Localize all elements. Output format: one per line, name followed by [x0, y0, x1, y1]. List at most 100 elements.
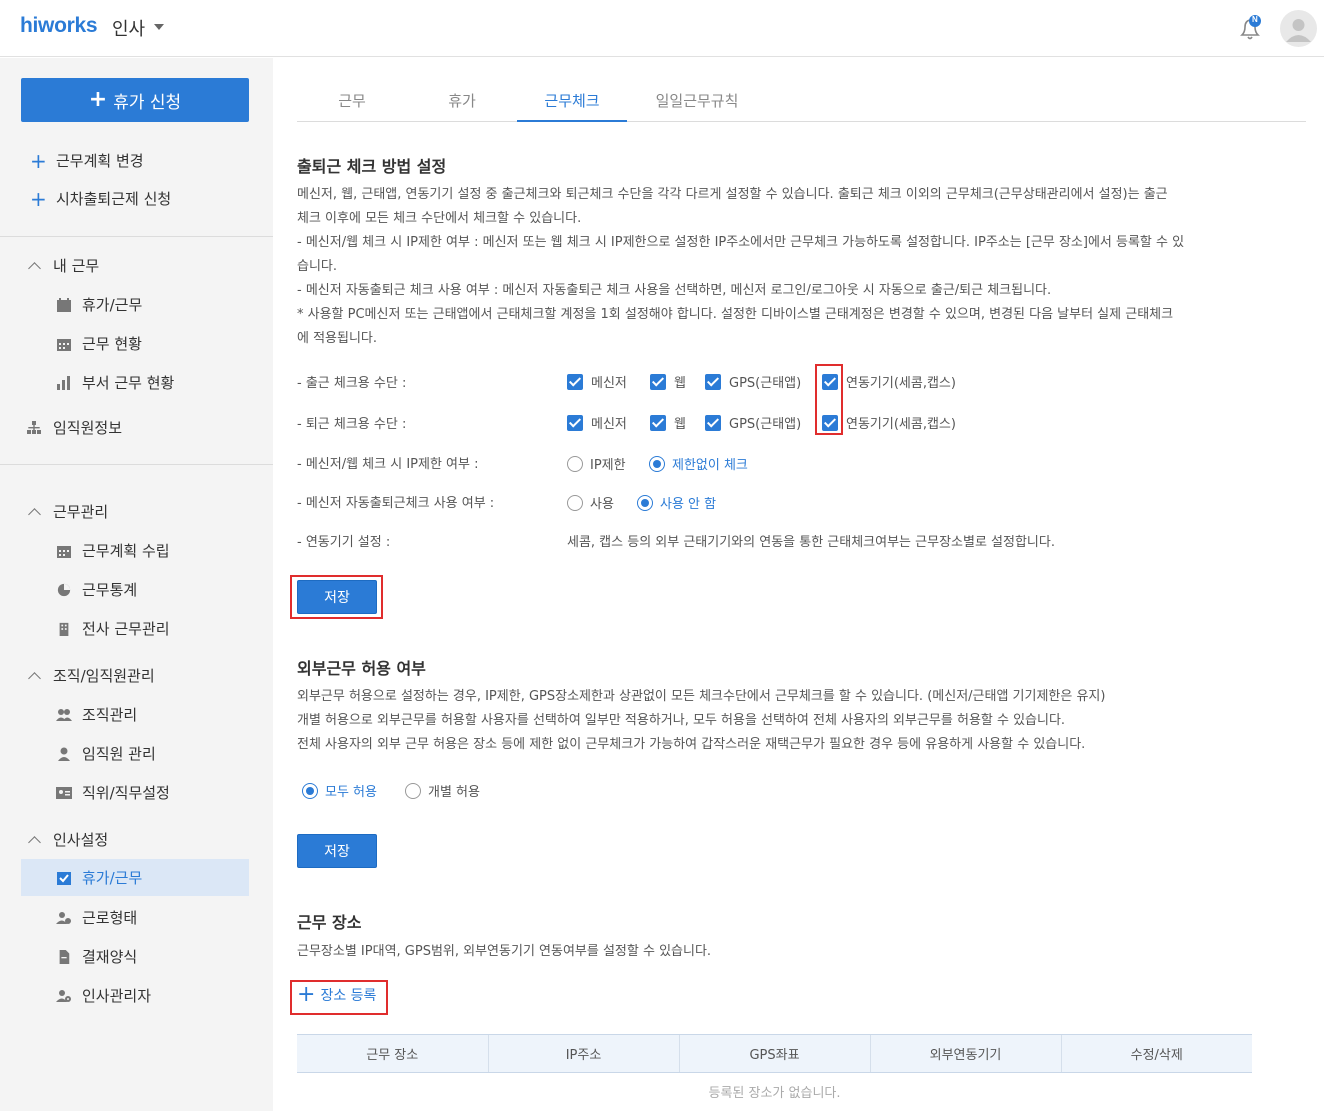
app-dropdown-caret-icon[interactable]: [154, 24, 164, 30]
allow-individual-option[interactable]: 개별 허용: [405, 781, 480, 800]
sidebar-item-work-plan[interactable]: 근무계획 수립: [56, 540, 170, 561]
sidebar-item-dept-status[interactable]: 부서 근무 현황: [56, 372, 174, 393]
sidebar-item-work-type[interactable]: 근로형태: [56, 907, 137, 928]
sidebar-group-my-work[interactable]: 내 근무: [28, 255, 100, 276]
desc-line: - 메신저 자동출퇴근 체크 사용 여부 : 메신저 자동출퇴근 체크 사용을 …: [297, 283, 1052, 298]
sidebar-item-label: 직위/직무설정: [82, 784, 170, 802]
desc-line: 에 적용됩니다.: [297, 331, 378, 346]
divider: [0, 236, 273, 237]
sidebar-group-hr-settings[interactable]: 인사설정: [28, 829, 108, 850]
desc-line: 체크 이후에 모든 체크 수단에서 체크할 수 있습니다.: [297, 211, 582, 226]
radio-checked-icon[interactable]: [302, 782, 318, 799]
group-title: 내 근무: [53, 257, 100, 275]
tab-work-check[interactable]: 근무체크: [517, 90, 627, 122]
sidebar-item-work-status[interactable]: 근무 현황: [56, 333, 142, 354]
user-gear-icon: [56, 911, 71, 924]
save-external-button[interactable]: 저장: [297, 834, 377, 868]
plus-icon: +: [30, 186, 47, 211]
empty-message: 등록된 장소가 없습니다.: [708, 1086, 841, 1102]
sidebar-item-position-duty[interactable]: 직위/직무설정: [56, 782, 170, 803]
option-label: 사용 안 함: [660, 497, 717, 512]
sidebar-item-label: 조직관리: [82, 706, 138, 724]
sidebar-item-label: 근무 현황: [82, 335, 142, 353]
highlight-save-button: [290, 575, 383, 619]
checkbox-checked-icon[interactable]: [650, 414, 666, 431]
in-check-messenger[interactable]: 메신저: [567, 372, 627, 391]
checkbox-checked-icon[interactable]: [650, 373, 666, 390]
tab-daily-rules[interactable]: 일일근무규칙: [627, 90, 767, 122]
apply-leave-button[interactable]: + 휴가 신청: [21, 78, 249, 122]
checkin-description: 메신저, 웹, 근태앱, 연동기기 설정 중 출근체크와 퇴근체크 수단을 각각…: [297, 183, 1307, 351]
radio-unchecked-icon[interactable]: [567, 494, 583, 511]
in-check-gps[interactable]: GPS(근태앱): [705, 372, 801, 391]
desc-line: - 메신저/웹 체크 시 IP제한 여부 : 메신저 또는 웹 체크 시 IP제…: [297, 235, 1185, 250]
radio-checked-icon[interactable]: [637, 494, 653, 511]
sidebar-link-flex-commute[interactable]: + 시차출퇴근제 신청: [30, 188, 171, 209]
auto-no-use-option[interactable]: 사용 안 함: [637, 493, 716, 512]
sidebar-item-approval-form[interactable]: 결재양식: [56, 946, 137, 967]
column-header: IP주소: [487, 1034, 679, 1073]
sidebar-group-work-manage[interactable]: 근무관리: [28, 501, 108, 522]
option-label: 개별 허용: [428, 785, 480, 800]
sidebar-item-label: 근무통계: [82, 581, 138, 599]
device-setting-text: 세콤, 캡스 등의 외부 근태기기와의 연동을 통한 근태체크여부는 근무장소별…: [567, 535, 1055, 550]
radio-unchecked-icon[interactable]: [405, 782, 421, 799]
app-name[interactable]: 인사: [112, 15, 145, 41]
sidebar-item-hr-leave-work[interactable]: 휴가/근무: [21, 859, 249, 896]
checkbox-checked-icon[interactable]: [567, 373, 583, 390]
tab-leave[interactable]: 휴가: [407, 90, 517, 122]
desc-line: 메신저, 웹, 근태앱, 연동기기 설정 중 출근체크와 퇴근체크 수단을 각각…: [297, 187, 1168, 202]
table-header-row: 근무 장소 IP주소 GPS좌표 외부연동기기 수정/삭제: [297, 1034, 1252, 1073]
option-label: GPS(근태앱): [729, 376, 802, 391]
no-restrict-option[interactable]: 제한없이 체크: [649, 454, 748, 473]
sidebar-item-employees[interactable]: 임직원 관리: [56, 743, 156, 764]
sidebar-link-label: 시차출퇴근제 신청: [56, 190, 172, 208]
radio-unchecked-icon[interactable]: [567, 455, 583, 472]
desc-line: 전체 사용자의 외부 근무 허용은 장소 등에 제한 없이 근무체크가 가능하여…: [297, 737, 1086, 752]
sidebar-item-employee-info[interactable]: 임직원정보: [26, 417, 122, 438]
desc-line: 습니다.: [297, 259, 338, 274]
sidebar-item-label: 인사관리자: [82, 987, 152, 1005]
out-check-web[interactable]: 웹: [650, 413, 686, 432]
column-header: 수정/삭제: [1060, 1034, 1252, 1073]
option-label: 메신저: [591, 417, 627, 432]
sidebar-group-org-manage[interactable]: 조직/임직원관리: [28, 665, 155, 686]
sidebar-item-label: 근무계획 수립: [82, 542, 170, 560]
user-icon: [58, 747, 70, 761]
in-check-label: - 출근 체크용 수단 :: [297, 376, 407, 391]
checkbox-checked-icon[interactable]: [705, 373, 721, 390]
user-avatar-icon[interactable]: [1280, 10, 1317, 47]
option-label: 모두 허용: [325, 785, 377, 800]
column-header: GPS좌표: [678, 1034, 870, 1073]
allow-all-option[interactable]: 모두 허용: [302, 781, 377, 800]
option-label: 웹: [674, 417, 686, 432]
sidebar-item-leave-work[interactable]: 휴가/근무: [56, 294, 142, 315]
radio-checked-icon[interactable]: [649, 455, 665, 472]
bell-icon[interactable]: N: [1238, 14, 1264, 42]
hiworks-logo[interactable]: hiworks: [20, 14, 98, 38]
sidebar-link-change-plan[interactable]: + 근무계획 변경: [30, 150, 144, 171]
out-check-messenger[interactable]: 메신저: [567, 413, 627, 432]
sidebar-item-hr-admin[interactable]: 인사관리자: [56, 985, 151, 1006]
section-title-external: 외부근무 허용 여부: [297, 659, 426, 678]
building-icon: [59, 622, 69, 636]
sidebar-item-label: 전사 근무관리: [82, 620, 170, 638]
sidebar-item-org[interactable]: 조직관리: [56, 704, 137, 725]
option-label: 메신저: [591, 376, 627, 391]
out-check-gps[interactable]: GPS(근태앱): [705, 413, 801, 432]
ip-restrict-option[interactable]: IP제한: [567, 454, 626, 473]
desc-line: 외부근무 허용으로 설정하는 경우, IP제한, GPS장소제한과 상관없이 모…: [297, 689, 1106, 704]
main-content: 근무 휴가 근무체크 일일근무규칙 출퇴근 체크 방법 설정 메신저, 웹, 근…: [273, 58, 1324, 1111]
option-label: GPS(근태앱): [729, 417, 802, 432]
user-settings-icon: [56, 989, 71, 1002]
highlight-add-place: [290, 980, 388, 1015]
tab-bar: 근무 휴가 근무체크 일일근무규칙: [297, 82, 1306, 122]
tab-work[interactable]: 근무: [297, 90, 407, 122]
in-check-web[interactable]: 웹: [650, 372, 686, 391]
sidebar-item-work-stats[interactable]: 근무통계: [56, 579, 137, 600]
checkbox-checked-icon[interactable]: [705, 414, 721, 431]
sidebar-link-label: 근무계획 변경: [56, 152, 144, 170]
sidebar-item-company-work[interactable]: 전사 근무관리: [56, 618, 170, 639]
checkbox-checked-icon[interactable]: [567, 414, 583, 431]
auto-use-option[interactable]: 사용: [567, 493, 614, 512]
